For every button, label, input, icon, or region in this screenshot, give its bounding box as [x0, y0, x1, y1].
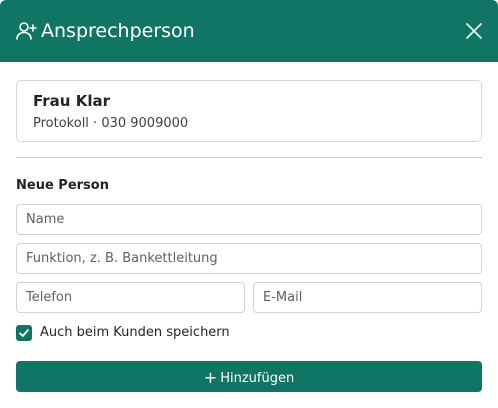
checkbox-checked-icon[interactable]: [16, 325, 32, 341]
telefon-input[interactable]: [16, 282, 245, 313]
contact-person-dialog: Ansprechperson Frau Klar Protokoll · 030…: [0, 0, 498, 408]
save-to-customer-label: Auch beim Kunden speichern: [40, 325, 230, 340]
email-input[interactable]: [253, 282, 482, 313]
add-button[interactable]: + Hinzufügen: [16, 361, 482, 392]
dialog-title: Ansprechperson: [41, 20, 195, 42]
close-icon[interactable]: [462, 19, 486, 43]
contact-name: Frau Klar: [33, 92, 110, 110]
dialog-header: Ansprechperson: [0, 0, 498, 62]
plus-icon: +: [203, 368, 218, 387]
name-input[interactable]: [16, 204, 482, 235]
contact-details: Protokoll · 030 9009000: [33, 116, 189, 131]
divider: [16, 157, 482, 158]
add-button-label: Hinzufügen: [220, 371, 295, 386]
new-person-heading: Neue Person: [16, 178, 109, 193]
existing-contact-card[interactable]: Frau Klar Protokoll · 030 9009000: [16, 80, 482, 142]
funktion-input[interactable]: [16, 243, 482, 274]
person-add-icon: [16, 21, 38, 41]
